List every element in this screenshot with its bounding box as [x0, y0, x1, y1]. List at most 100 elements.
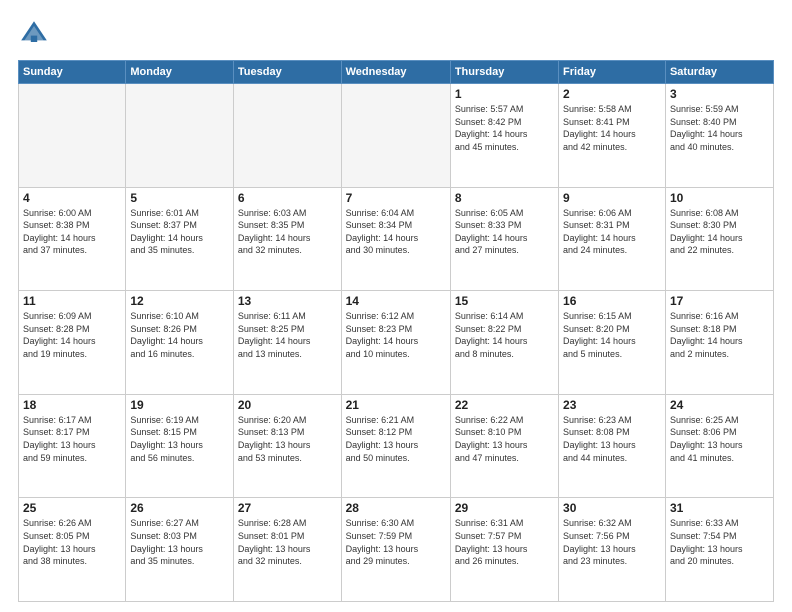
cell-info-text: Sunrise: 6:23 AM Sunset: 8:08 PM Dayligh… — [563, 414, 661, 464]
cell-info-text: Sunrise: 6:12 AM Sunset: 8:23 PM Dayligh… — [346, 310, 446, 360]
cell-day-number: 4 — [23, 191, 121, 205]
cell-day-number: 11 — [23, 294, 121, 308]
cell-info-text: Sunrise: 6:11 AM Sunset: 8:25 PM Dayligh… — [238, 310, 337, 360]
cell-day-number: 26 — [130, 501, 229, 515]
calendar-week-row: 25 Sunrise: 6:26 AM Sunset: 8:05 PM Dayli… — [19, 498, 774, 602]
cell-info-text: Sunrise: 6:05 AM Sunset: 8:33 PM Dayligh… — [455, 207, 554, 257]
cell-day-number: 1 — [455, 87, 554, 101]
calendar-cell: 11 Sunrise: 6:09 AM Sunset: 8:28 PM Dayli… — [19, 291, 126, 395]
calendar-cell: 13 Sunrise: 6:11 AM Sunset: 8:25 PM Dayli… — [233, 291, 341, 395]
calendar-cell: 6 Sunrise: 6:03 AM Sunset: 8:35 PM Daylig… — [233, 187, 341, 291]
weekday-header-sunday: Sunday — [19, 61, 126, 84]
cell-info-text: Sunrise: 6:08 AM Sunset: 8:30 PM Dayligh… — [670, 207, 769, 257]
calendar-cell: 27 Sunrise: 6:28 AM Sunset: 8:01 PM Dayli… — [233, 498, 341, 602]
calendar-cell: 5 Sunrise: 6:01 AM Sunset: 8:37 PM Daylig… — [126, 187, 234, 291]
calendar-cell: 8 Sunrise: 6:05 AM Sunset: 8:33 PM Daylig… — [450, 187, 558, 291]
calendar-cell: 12 Sunrise: 6:10 AM Sunset: 8:26 PM Dayli… — [126, 291, 234, 395]
calendar-week-row: 11 Sunrise: 6:09 AM Sunset: 8:28 PM Dayli… — [19, 291, 774, 395]
calendar-cell: 25 Sunrise: 6:26 AM Sunset: 8:05 PM Dayli… — [19, 498, 126, 602]
calendar-cell: 30 Sunrise: 6:32 AM Sunset: 7:56 PM Dayli… — [559, 498, 666, 602]
cell-info-text: Sunrise: 5:59 AM Sunset: 8:40 PM Dayligh… — [670, 103, 769, 153]
cell-day-number: 24 — [670, 398, 769, 412]
cell-info-text: Sunrise: 6:27 AM Sunset: 8:03 PM Dayligh… — [130, 517, 229, 567]
cell-day-number: 27 — [238, 501, 337, 515]
cell-info-text: Sunrise: 6:01 AM Sunset: 8:37 PM Dayligh… — [130, 207, 229, 257]
calendar-cell: 23 Sunrise: 6:23 AM Sunset: 8:08 PM Dayli… — [559, 394, 666, 498]
cell-day-number: 21 — [346, 398, 446, 412]
cell-info-text: Sunrise: 6:15 AM Sunset: 8:20 PM Dayligh… — [563, 310, 661, 360]
calendar-cell — [19, 84, 126, 188]
calendar-cell: 29 Sunrise: 6:31 AM Sunset: 7:57 PM Dayli… — [450, 498, 558, 602]
cell-day-number: 16 — [563, 294, 661, 308]
cell-info-text: Sunrise: 6:28 AM Sunset: 8:01 PM Dayligh… — [238, 517, 337, 567]
calendar-table: SundayMondayTuesdayWednesdayThursdayFrid… — [18, 60, 774, 602]
calendar-cell: 24 Sunrise: 6:25 AM Sunset: 8:06 PM Dayli… — [665, 394, 773, 498]
cell-day-number: 9 — [563, 191, 661, 205]
cell-day-number: 5 — [130, 191, 229, 205]
cell-day-number: 2 — [563, 87, 661, 101]
cell-info-text: Sunrise: 6:21 AM Sunset: 8:12 PM Dayligh… — [346, 414, 446, 464]
calendar-cell — [126, 84, 234, 188]
logo — [18, 18, 54, 50]
cell-info-text: Sunrise: 6:22 AM Sunset: 8:10 PM Dayligh… — [455, 414, 554, 464]
cell-info-text: Sunrise: 6:03 AM Sunset: 8:35 PM Dayligh… — [238, 207, 337, 257]
cell-day-number: 29 — [455, 501, 554, 515]
cell-day-number: 8 — [455, 191, 554, 205]
cell-info-text: Sunrise: 6:32 AM Sunset: 7:56 PM Dayligh… — [563, 517, 661, 567]
cell-day-number: 25 — [23, 501, 121, 515]
cell-info-text: Sunrise: 6:16 AM Sunset: 8:18 PM Dayligh… — [670, 310, 769, 360]
cell-info-text: Sunrise: 6:10 AM Sunset: 8:26 PM Dayligh… — [130, 310, 229, 360]
calendar-cell: 16 Sunrise: 6:15 AM Sunset: 8:20 PM Dayli… — [559, 291, 666, 395]
weekday-header-friday: Friday — [559, 61, 666, 84]
cell-day-number: 23 — [563, 398, 661, 412]
cell-info-text: Sunrise: 6:04 AM Sunset: 8:34 PM Dayligh… — [346, 207, 446, 257]
cell-info-text: Sunrise: 6:26 AM Sunset: 8:05 PM Dayligh… — [23, 517, 121, 567]
calendar-cell — [341, 84, 450, 188]
calendar-cell: 21 Sunrise: 6:21 AM Sunset: 8:12 PM Dayli… — [341, 394, 450, 498]
cell-info-text: Sunrise: 6:14 AM Sunset: 8:22 PM Dayligh… — [455, 310, 554, 360]
cell-day-number: 13 — [238, 294, 337, 308]
calendar-cell: 28 Sunrise: 6:30 AM Sunset: 7:59 PM Dayli… — [341, 498, 450, 602]
calendar-page: SundayMondayTuesdayWednesdayThursdayFrid… — [0, 0, 792, 612]
calendar-week-row: 18Sunrise: 6:17 AM Sunset: 8:17 PM Dayli… — [19, 394, 774, 498]
weekday-header-row: SundayMondayTuesdayWednesdayThursdayFrid… — [19, 61, 774, 84]
cell-info-text: Sunrise: 6:09 AM Sunset: 8:28 PM Dayligh… — [23, 310, 121, 360]
weekday-header-thursday: Thursday — [450, 61, 558, 84]
calendar-week-row: 4 Sunrise: 6:00 AM Sunset: 8:38 PM Daylig… — [19, 187, 774, 291]
cell-day-number: 10 — [670, 191, 769, 205]
calendar-cell: 14 Sunrise: 6:12 AM Sunset: 8:23 PM Dayli… — [341, 291, 450, 395]
cell-day-number: 20 — [238, 398, 337, 412]
calendar-cell: 7 Sunrise: 6:04 AM Sunset: 8:34 PM Daylig… — [341, 187, 450, 291]
calendar-cell — [233, 84, 341, 188]
cell-info-text: Sunrise: 6:06 AM Sunset: 8:31 PM Dayligh… — [563, 207, 661, 257]
cell-day-number: 3 — [670, 87, 769, 101]
cell-day-number: 7 — [346, 191, 446, 205]
calendar-cell: 2 Sunrise: 5:58 AM Sunset: 8:41 PM Daylig… — [559, 84, 666, 188]
cell-info-text: Sunrise: 5:58 AM Sunset: 8:41 PM Dayligh… — [563, 103, 661, 153]
cell-day-number: 18 — [23, 398, 121, 412]
cell-info-text: Sunrise: 6:25 AM Sunset: 8:06 PM Dayligh… — [670, 414, 769, 464]
cell-info-text: Sunrise: 5:57 AM Sunset: 8:42 PM Dayligh… — [455, 103, 554, 153]
cell-info-text: Sunrise: 6:30 AM Sunset: 7:59 PM Dayligh… — [346, 517, 446, 567]
calendar-cell: 1 Sunrise: 5:57 AM Sunset: 8:42 PM Daylig… — [450, 84, 558, 188]
cell-day-number: 12 — [130, 294, 229, 308]
calendar-cell: 17Sunrise: 6:16 AM Sunset: 8:18 PM Dayli… — [665, 291, 773, 395]
cell-day-number: 14 — [346, 294, 446, 308]
calendar-cell: 10 Sunrise: 6:08 AM Sunset: 8:30 PM Dayli… — [665, 187, 773, 291]
cell-info-text: Sunrise: 6:31 AM Sunset: 7:57 PM Dayligh… — [455, 517, 554, 567]
logo-icon — [18, 18, 50, 50]
cell-info-text: Sunrise: 6:19 AM Sunset: 8:15 PM Dayligh… — [130, 414, 229, 464]
header — [18, 18, 774, 50]
cell-day-number: 30 — [563, 501, 661, 515]
cell-day-number: 31 — [670, 501, 769, 515]
cell-day-number: 6 — [238, 191, 337, 205]
calendar-cell: 26 Sunrise: 6:27 AM Sunset: 8:03 PM Dayli… — [126, 498, 234, 602]
calendar-cell: 15Sunrise: 6:14 AM Sunset: 8:22 PM Dayli… — [450, 291, 558, 395]
cell-info-text: Sunrise: 6:00 AM Sunset: 8:38 PM Dayligh… — [23, 207, 121, 257]
calendar-cell: 22Sunrise: 6:22 AM Sunset: 8:10 PM Dayli… — [450, 394, 558, 498]
cell-day-number: 28 — [346, 501, 446, 515]
cell-info-text: Sunrise: 6:20 AM Sunset: 8:13 PM Dayligh… — [238, 414, 337, 464]
calendar-cell: 9 Sunrise: 6:06 AM Sunset: 8:31 PM Daylig… — [559, 187, 666, 291]
weekday-header-tuesday: Tuesday — [233, 61, 341, 84]
cell-info-text: Sunrise: 6:33 AM Sunset: 7:54 PM Dayligh… — [670, 517, 769, 567]
